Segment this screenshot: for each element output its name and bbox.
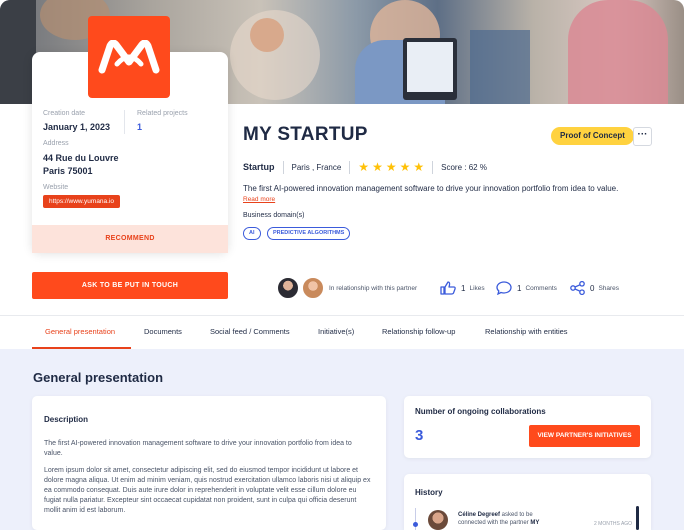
likes-count: 1 xyxy=(461,283,466,293)
comments-label: Comments xyxy=(525,284,557,292)
timeline-dot xyxy=(413,522,418,527)
collaborations-count: 3 xyxy=(415,427,424,444)
avatar[interactable] xyxy=(277,277,299,299)
avatar[interactable] xyxy=(302,277,324,299)
tab-documents[interactable]: Documents xyxy=(144,327,182,336)
description-paragraph-1: The first AI-powered innovation manageme… xyxy=(44,440,352,457)
creation-date: January 1, 2023 xyxy=(43,122,111,132)
section-title: General presentation xyxy=(33,370,164,385)
shares-label: Shares xyxy=(598,284,620,292)
relationship-text: In relationship with this partner xyxy=(329,285,418,292)
info-row: Startup Paris , France ★ ★ ★ ★ ★ Score :… xyxy=(243,160,487,174)
tab-general-presentation[interactable]: General presentation xyxy=(45,327,115,336)
yumana-logo-icon xyxy=(98,40,160,74)
rating-stars[interactable]: ★ ★ ★ ★ ★ xyxy=(358,161,424,173)
scrollbar[interactable] xyxy=(636,506,639,530)
share-icon[interactable] xyxy=(570,281,585,295)
read-more-link[interactable]: Read more xyxy=(243,196,275,203)
business-domains-label: Business domain(s) xyxy=(243,212,305,219)
related-projects-count[interactable]: 1 xyxy=(137,122,142,132)
address-line1: 44 Rue du Louvre xyxy=(43,153,119,163)
recommend-button[interactable]: RECOMMEND xyxy=(32,225,228,253)
star-icon[interactable]: ★ xyxy=(386,161,397,173)
tab-initiatives[interactable]: Initiative(s) xyxy=(318,327,354,336)
comments-count: 1 xyxy=(517,283,522,293)
comment-icon[interactable] xyxy=(496,281,512,295)
domain-tag-predictive[interactable]: PREDICTIVE ALGORITHMS xyxy=(267,227,351,240)
history-date: 2 MONTHS AGO xyxy=(594,521,633,527)
view-initiatives-button[interactable]: VIEW PARTNER'S INITIATIVES xyxy=(529,425,640,447)
page-title: MY STARTUP xyxy=(243,124,368,145)
divider xyxy=(282,160,284,174)
address-label: Address xyxy=(43,140,69,147)
star-icon[interactable]: ★ xyxy=(400,161,411,173)
website-link[interactable]: https://www.yumana.io xyxy=(43,195,121,208)
star-icon[interactable]: ★ xyxy=(372,161,383,173)
avatar[interactable] xyxy=(428,510,448,530)
company-logo xyxy=(88,16,170,98)
domain-tag-ai[interactable]: AI xyxy=(243,227,261,240)
more-options-button[interactable]: ··· xyxy=(633,127,652,146)
collaborations-card: Number of ongoing collaborations 3 VIEW … xyxy=(404,396,651,458)
history-heading: History xyxy=(415,488,443,497)
history-card: History Céline Degreef asked to be conne… xyxy=(404,474,651,530)
history-user[interactable]: Céline Degreef xyxy=(458,512,500,518)
likes-label: Likes xyxy=(469,284,485,292)
score: Score : 62 % xyxy=(441,162,487,172)
thumbs-up-icon[interactable] xyxy=(440,281,456,295)
company-type: Startup xyxy=(243,162,275,172)
location: Paris , France xyxy=(291,162,342,172)
tab-relationship-follow-up[interactable]: Relationship follow-up xyxy=(382,327,455,336)
history-partner[interactable]: MY xyxy=(530,520,539,526)
address-line2: Paris 75001 xyxy=(43,166,93,176)
status-badge: Proof of Concept xyxy=(551,127,634,145)
star-icon[interactable]: ★ xyxy=(413,161,424,173)
description-heading: Description xyxy=(44,415,89,424)
divider xyxy=(432,160,434,174)
tab-social-feed[interactable]: Social feed / Comments xyxy=(210,327,290,336)
meta-divider xyxy=(124,110,125,134)
star-icon[interactable]: ★ xyxy=(358,161,369,173)
description-card: Description The first AI-powered innovat… xyxy=(32,396,386,530)
tab-relationship-entities[interactable]: Relationship with entities xyxy=(485,327,568,336)
collaborations-heading: Number of ongoing collaborations xyxy=(415,407,546,416)
description-paragraph-2: Lorem ipsum dolor sit amet, consectetur … xyxy=(44,467,371,514)
shares-count: 0 xyxy=(590,283,595,293)
divider xyxy=(349,160,351,174)
likes-stat[interactable]: 1 Likes xyxy=(440,281,485,295)
related-projects-label: Related projects xyxy=(137,110,188,117)
ask-in-touch-button[interactable]: ASK TO BE PUT IN TOUCH xyxy=(32,272,228,299)
website-label: Website xyxy=(43,184,69,191)
history-entry: Céline Degreef asked to be connected wit… xyxy=(458,511,562,527)
tabs-divider xyxy=(0,315,684,316)
comments-stat[interactable]: 1 Comments xyxy=(496,281,557,295)
shares-stat[interactable]: 0 Shares xyxy=(570,281,619,295)
creation-date-label: Creation date xyxy=(43,110,86,117)
short-description: The first AI-powered innovation manageme… xyxy=(243,184,619,193)
